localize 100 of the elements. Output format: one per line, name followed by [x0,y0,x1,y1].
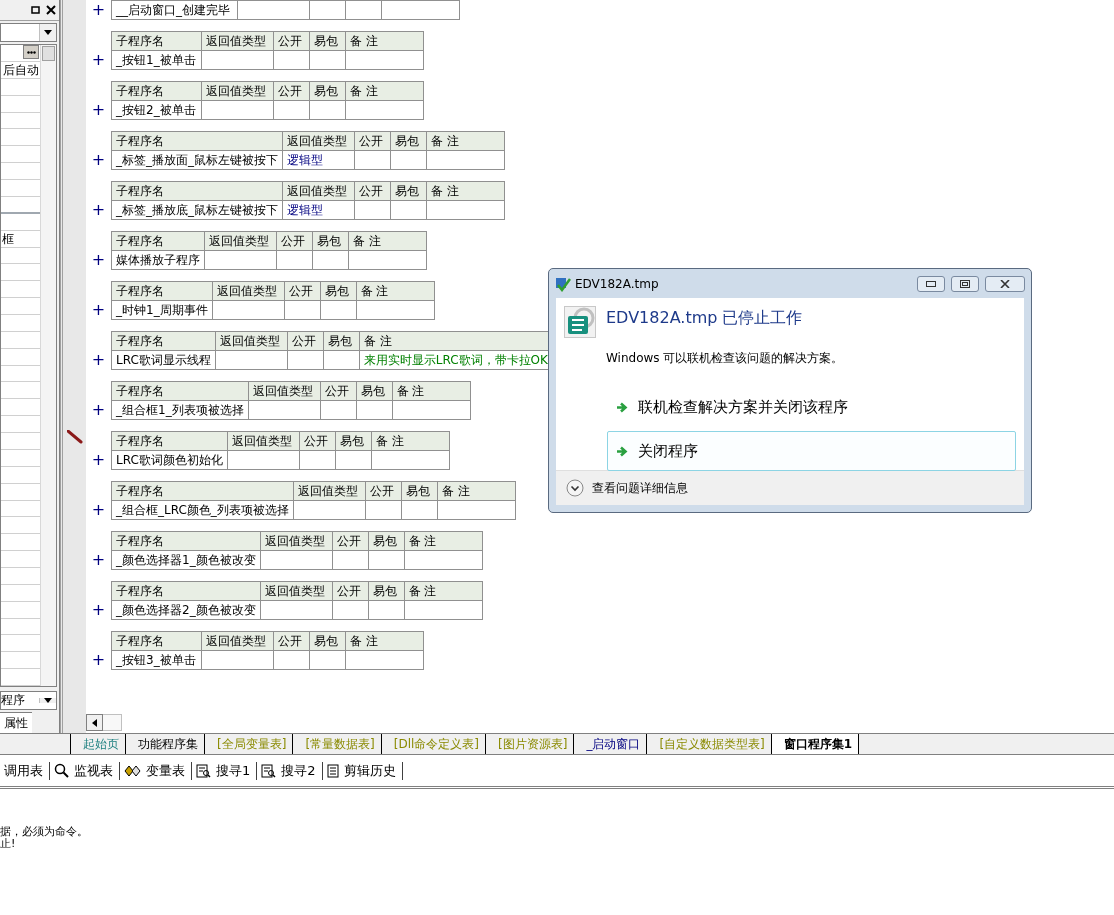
expand-button[interactable]: + [86,400,111,420]
column-header: 备 注 [392,381,471,401]
column-header: 易包 [309,31,346,51]
column-header: 备 注 [345,81,424,101]
column-header: 易包 [309,631,346,651]
minimize-button[interactable] [917,275,945,292]
column-header: 返回值类型 [227,431,300,451]
column-header: 返回值类型 [201,81,274,101]
expand-button[interactable]: + [86,200,111,220]
column-header: 返回值类型 [282,131,355,151]
output-line: 止! [0,838,16,850]
toolbar-button[interactable]: 搜寻1 [192,761,258,780]
column-header: 备 注 [426,181,505,201]
expand-button[interactable]: + [86,150,111,170]
find-document-icon [261,763,277,778]
column-header: 子程序名 [111,381,249,401]
program-dropdown[interactable]: 程序 [0,691,57,710]
column-header: 备 注 [345,631,424,651]
column-header: 易包 [309,81,346,101]
arrow-right-icon [616,401,628,413]
expand-button[interactable]: + [86,0,111,20]
restore-icon[interactable] [30,4,42,16]
column-header: 子程序名 [111,131,283,151]
table-cell: _颜色选择器1_颜色被改变 [111,550,261,570]
column-header: 易包 [401,481,438,501]
window-title: EDV182A.tmp [575,276,660,291]
column-header: 公开 [332,581,369,601]
expand-button[interactable]: + [86,550,111,570]
expand-button[interactable]: + [86,650,111,670]
column-header: 公开 [273,31,310,51]
expand-button[interactable]: + [86,300,111,320]
column-header: 子程序名 [111,331,216,351]
column-header: 子程序名 [111,481,294,501]
editor-tab[interactable]: 窗口程序集1 [770,734,860,754]
scrollbar[interactable] [40,45,56,686]
toolbar-button[interactable]: 剪辑历史 [322,761,403,780]
table-cell: _标签_播放面_鼠标左键被按下 [111,150,283,170]
document-icon [326,763,339,778]
editor-tab[interactable]: _启动窗口 [573,734,647,754]
toolbar-button[interactable]: 监视表 [50,761,120,780]
expand-button[interactable]: + [86,100,111,120]
column-header: 子程序名 [111,231,205,251]
column-header: 公开 [276,231,313,251]
toolbar-button[interactable]: 变量表 [120,761,192,780]
column-header: 返回值类型 [248,381,321,401]
column-header: 备 注 [404,581,483,601]
toolbar-button[interactable]: 搜寻2 [257,761,323,780]
table-cell: __启动窗口_创建完毕 [111,0,238,20]
toolbar-button[interactable]: 调用表 [0,761,50,780]
column-header: 返回值类型 [201,631,274,651]
column-header: 子程序名 [111,281,213,301]
table-cell: _按钮2_被单击 [111,100,202,120]
column-header: 备 注 [345,31,424,51]
expand-button[interactable]: + [86,50,111,70]
option-button[interactable]: 联机检查解决方案并关闭该程序 [607,387,1016,427]
app-icon [564,306,596,338]
close-button[interactable] [985,275,1025,292]
column-header: 备 注 [348,231,427,251]
column-header: 子程序名 [111,581,261,601]
option-button[interactable]: 关闭程序 [607,431,1016,471]
column-header: 备 注 [356,281,435,301]
column-header: 易包 [356,381,393,401]
dialog-heading: EDV182A.tmp 已停止工作 [606,308,803,329]
table-cell: _组合框1_列表项被选择 [111,400,249,420]
column-header: 返回值类型 [260,531,333,551]
diamonds-icon [124,764,141,777]
column-header: 返回值类型 [201,31,274,51]
maximize-button[interactable] [951,275,979,292]
column-header: 子程序名 [111,31,202,51]
scroll-left-button[interactable] [86,714,103,731]
close-icon [1000,279,1010,288]
column-header: 子程序名 [111,531,261,551]
table-cell: _按钮3_被单击 [111,650,202,670]
table-cell: _标签_播放底_鼠标左键被按下 [111,200,283,220]
editor-tab[interactable]: 起始页 [70,734,125,754]
column-header: 公开 [273,81,310,101]
object-dropdown[interactable] [0,23,57,42]
expand-button[interactable]: + [86,500,111,520]
expand-button[interactable]: + [86,350,111,370]
column-header: 易包 [390,131,427,151]
chevron-down-icon [566,479,584,497]
output-line: 据，必须为命令。 [0,826,89,838]
column-header: 公开 [273,631,310,651]
column-header: 公开 [287,331,324,351]
scrollbar[interactable] [103,714,122,731]
properties-tab[interactable]: 属性 [0,712,32,733]
column-header: 公开 [299,431,336,451]
expand-button[interactable]: + [86,450,111,470]
expand-button[interactable]: + [86,600,111,620]
maximize-icon [960,279,970,288]
column-header: 子程序名 [111,431,228,451]
expand-button[interactable]: + [86,250,111,270]
app-check-icon [555,275,571,292]
table-cell: _组合框_LRC颜色_列表项被选择 [111,500,294,520]
column-header: 返回值类型 [212,281,285,301]
column-header: 备 注 [426,131,505,151]
ellipsis-button[interactable] [23,45,39,59]
close-icon[interactable] [45,4,57,16]
editor-tab[interactable]: 功能程序集 [125,734,204,754]
details-toggle[interactable]: 查看问题详细信息 [566,479,688,497]
